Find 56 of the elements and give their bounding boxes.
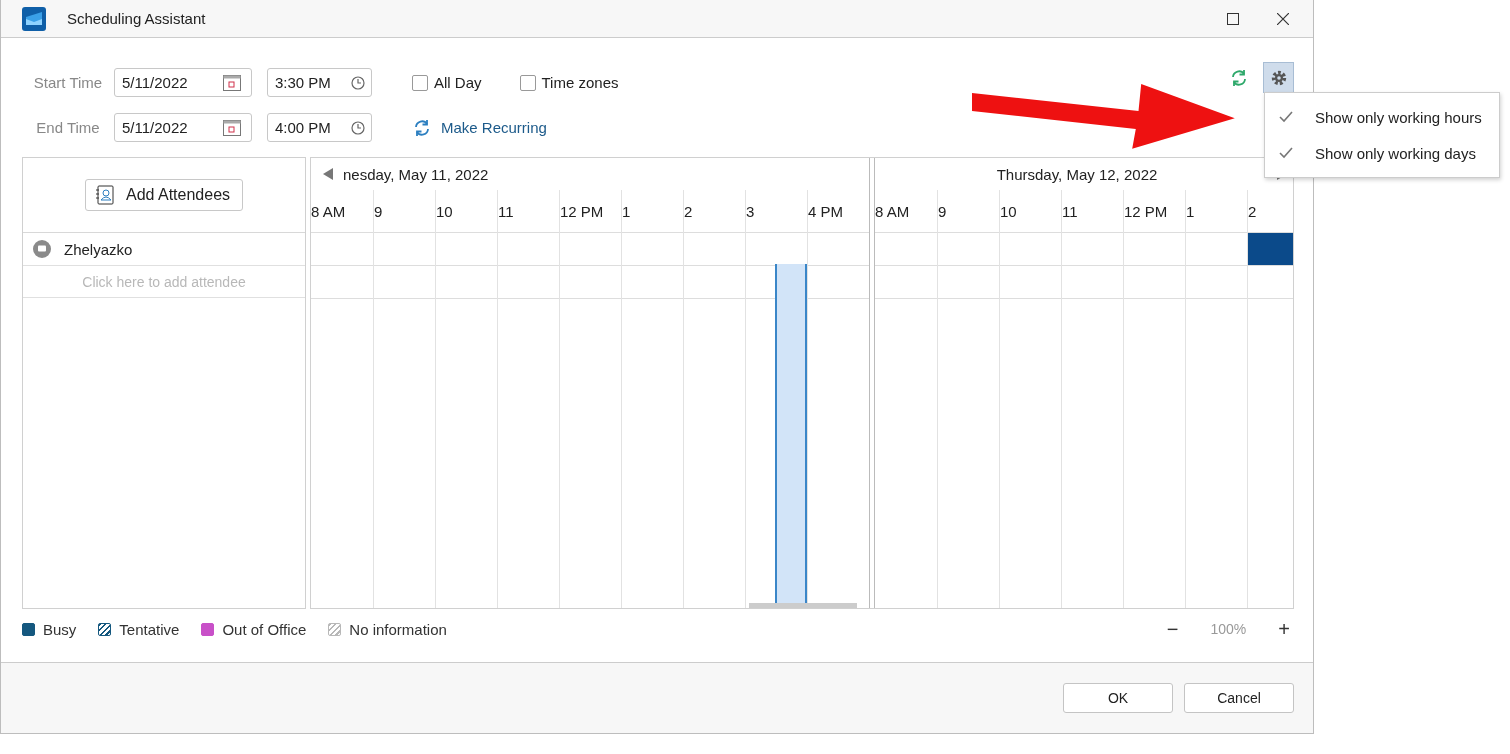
hour-label: 8 AM xyxy=(310,201,347,222)
add-attendees-button[interactable]: Add Attendees xyxy=(84,179,244,211)
hour-label: 11 xyxy=(497,201,515,222)
menu-item[interactable]: Show only working days xyxy=(1265,135,1499,171)
day-title: Thursday, May 12, 2022 xyxy=(995,165,1159,183)
address-book-icon xyxy=(95,185,114,205)
clock-icon[interactable] xyxy=(351,75,365,90)
hour-label: 8 AM xyxy=(875,201,911,222)
hour-label: 2 xyxy=(683,201,694,222)
time-field[interactable]: 4:00 PM xyxy=(267,113,372,142)
hour-label: 12 PM xyxy=(559,201,605,222)
settings-icon xyxy=(1269,68,1288,87)
previous-arrow-icon[interactable] xyxy=(323,168,333,180)
hour-label: 9 xyxy=(937,201,948,222)
day-title: nesday, May 11, 2022 xyxy=(343,165,489,183)
hour-label: 1 xyxy=(1185,201,1196,222)
calendar-icon[interactable] xyxy=(223,74,241,91)
calendar-icon[interactable] xyxy=(223,119,241,136)
hour-label: 9 xyxy=(373,201,384,222)
checkbox[interactable]: All Day xyxy=(412,74,482,91)
zoom-in-button[interactable]: + xyxy=(1274,617,1294,641)
scrollbar-thumb[interactable] xyxy=(749,603,857,608)
hour-label: 3 xyxy=(745,201,756,222)
refresh-icon[interactable] xyxy=(1229,67,1249,88)
checkbox[interactable]: Time zones xyxy=(519,74,619,91)
menu-item[interactable]: Show only working hours xyxy=(1265,99,1499,135)
zoom-out-button[interactable]: − xyxy=(1162,617,1183,641)
maximize-icon[interactable] xyxy=(1227,12,1239,25)
legend-label: Out of Office xyxy=(222,620,307,638)
hour-label: 1 xyxy=(621,201,632,222)
legend-label: Tentative xyxy=(119,620,180,638)
make-recurring-link[interactable]: Make Recurring xyxy=(412,117,547,138)
attendee-name: Zhelyazko xyxy=(64,240,133,258)
zoom-level: 100% xyxy=(1210,621,1247,637)
date-field[interactable]: 5/11/2022 xyxy=(114,113,252,142)
recurring-icon xyxy=(412,117,432,138)
legend-label: No information xyxy=(349,620,447,638)
clock-icon[interactable] xyxy=(351,120,365,135)
attendee-status-icon xyxy=(33,240,51,258)
ok-button[interactable]: OK xyxy=(1063,683,1173,713)
time-label: End Time xyxy=(35,119,101,136)
legend-label: Busy xyxy=(43,620,77,638)
time-label: Start Time xyxy=(32,74,104,91)
cancel-button[interactable]: Cancel xyxy=(1184,683,1294,713)
hour-label: 12 PM xyxy=(1123,201,1169,222)
date-field[interactable]: 5/11/2022 xyxy=(114,68,252,97)
time-field[interactable]: 3:30 PM xyxy=(267,68,372,97)
settings-button[interactable] xyxy=(1263,62,1294,93)
close-icon[interactable] xyxy=(1277,12,1289,25)
hour-label: 2 xyxy=(1247,201,1258,222)
hour-label: 10 xyxy=(999,201,1018,222)
mail-app-icon xyxy=(22,6,46,31)
hour-label: 11 xyxy=(1061,201,1079,222)
hour-label: 10 xyxy=(435,201,454,222)
window-title: Scheduling Assistant xyxy=(67,10,206,27)
hour-label: 4 PM xyxy=(807,201,844,222)
